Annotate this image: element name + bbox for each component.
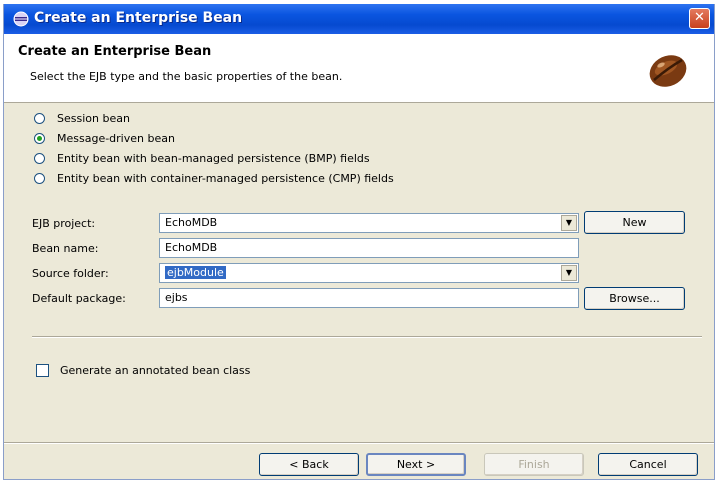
- dropdown-arrow-icon[interactable]: ▼: [561, 265, 577, 281]
- finish-button: Finish: [484, 453, 584, 476]
- page-description: Select the EJB type and the basic proper…: [30, 70, 343, 83]
- footer-separator: [4, 442, 714, 444]
- radio-session-bean[interactable]: Session bean: [34, 110, 130, 126]
- default-package-label: Default package:: [32, 292, 126, 305]
- bean-name-value: EchoMDB: [165, 241, 218, 254]
- ejb-project-combo[interactable]: EchoMDB ▼: [159, 213, 579, 233]
- eclipse-icon: [13, 11, 29, 27]
- dropdown-arrow-icon[interactable]: ▼: [561, 215, 577, 231]
- source-folder-value: ejbModule: [165, 266, 226, 279]
- ejb-project-value: EchoMDB: [165, 216, 218, 229]
- radio-message-driven-bean[interactable]: Message-driven bean: [34, 130, 175, 146]
- radio-label: Message-driven bean: [57, 131, 175, 145]
- close-icon[interactable]: ✕: [689, 8, 710, 29]
- bean-name-label: Bean name:: [32, 242, 99, 255]
- default-package-value: ejbs: [165, 291, 188, 304]
- source-folder-label: Source folder:: [32, 267, 109, 280]
- radio-entity-cmp[interactable]: Entity bean with container-managed persi…: [34, 170, 394, 186]
- source-folder-combo[interactable]: ejbModule ▼: [159, 263, 579, 283]
- default-package-field[interactable]: ejbs: [159, 288, 579, 308]
- bean-name-field[interactable]: EchoMDB: [159, 238, 579, 258]
- window-title: Create an Enterprise Bean: [34, 10, 243, 26]
- radio-button-selected[interactable]: [34, 132, 45, 144]
- next-button[interactable]: Next >: [366, 453, 466, 476]
- ejb-project-label: EJB project:: [32, 217, 96, 230]
- radio-label: Session bean: [57, 111, 130, 125]
- back-button[interactable]: < Back: [259, 453, 359, 476]
- new-button[interactable]: New: [584, 211, 685, 234]
- radio-entity-bmp[interactable]: Entity bean with bean-managed persistenc…: [34, 150, 370, 166]
- wizard-header: Create an Enterprise Bean Select the EJB…: [4, 34, 714, 103]
- separator: [32, 336, 702, 338]
- create-bean-dialog: Create an Enterprise Bean ✕ Create an En…: [3, 4, 715, 480]
- cancel-button[interactable]: Cancel: [598, 453, 698, 476]
- annotated-bean-label: Generate an annotated bean class: [60, 364, 251, 377]
- annotated-bean-checkbox[interactable]: [36, 364, 49, 377]
- radio-button[interactable]: [34, 152, 45, 164]
- bean-icon: [649, 55, 687, 87]
- radio-button[interactable]: [34, 112, 45, 124]
- radio-label: Entity bean with bean-managed persistenc…: [57, 151, 370, 165]
- page-title: Create an Enterprise Bean: [18, 44, 212, 59]
- browse-button[interactable]: Browse...: [584, 287, 685, 310]
- radio-button[interactable]: [34, 172, 45, 184]
- radio-label: Entity bean with container-managed persi…: [57, 171, 394, 185]
- title-bar[interactable]: Create an Enterprise Bean ✕: [4, 4, 714, 34]
